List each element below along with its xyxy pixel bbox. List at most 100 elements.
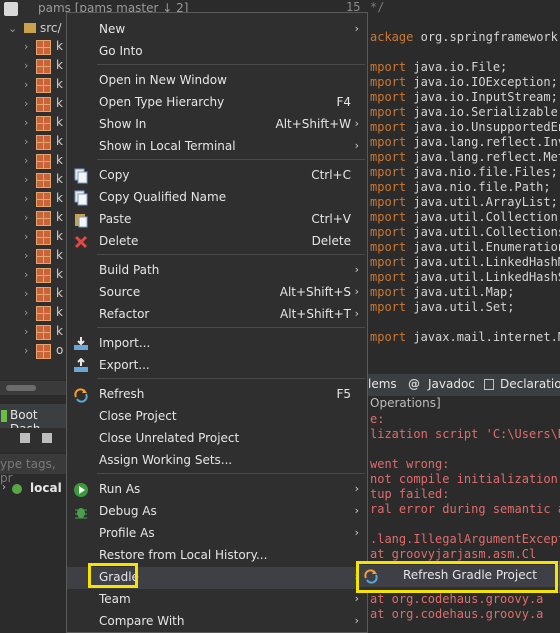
tab-declaration[interactable]: Declaration xyxy=(500,377,560,391)
menu-item-label: Delete xyxy=(99,234,139,248)
tree-row-package[interactable]: › k xyxy=(0,190,66,208)
chevron-right-icon[interactable]: › xyxy=(2,482,6,493)
tree-row-package[interactable]: › k xyxy=(0,209,66,227)
menu-item-import[interactable]: Import... xyxy=(67,333,367,355)
tree-row-package[interactable]: › k xyxy=(0,114,66,132)
tree-row-src[interactable]: ⌄ src/ xyxy=(0,20,66,38)
console-output[interactable]: Operations] e: lization script 'C:\Users\… xyxy=(362,396,560,633)
package-label: k xyxy=(56,134,63,148)
menu-item-build-path[interactable]: Build Path › xyxy=(67,260,367,282)
menu-item-open-type-hierarchy[interactable]: Open Type Hierarchy F4 xyxy=(67,92,367,114)
menu-item-show-in[interactable]: Show In Alt+Shift+W › xyxy=(67,114,367,136)
tree-row-project[interactable]: pams [pams master ↓ 2] xyxy=(0,0,188,18)
package-label: k xyxy=(56,39,63,53)
menu-item-debug-as[interactable]: Debug As › xyxy=(67,501,367,523)
chevron-right-icon[interactable]: › xyxy=(24,60,28,72)
package-label: k xyxy=(56,286,63,300)
chevron-right-icon[interactable]: › xyxy=(24,155,28,167)
tree-row-package[interactable]: › o xyxy=(0,342,66,360)
menu-item-label: Open Type Hierarchy xyxy=(99,95,225,109)
menu-item-profile-as[interactable]: Profile As › xyxy=(67,523,367,545)
boot-filter-input[interactable]: ype tags, pr xyxy=(0,454,66,485)
tree-row-package[interactable]: › k xyxy=(0,323,66,341)
tab-problems[interactable]: lems xyxy=(368,377,397,391)
menu-item-copy-qualified-name[interactable]: Copy Qualified Name xyxy=(67,187,367,209)
console-line: lization script 'C:\Users\D xyxy=(370,427,560,441)
menu-item-copy[interactable]: Copy Ctrl+C xyxy=(67,165,367,187)
tree-row-package[interactable]: › k xyxy=(0,38,66,56)
menu-item-delete[interactable]: Delete Delete xyxy=(67,231,367,253)
tree-row-package[interactable]: › k xyxy=(0,266,66,284)
menu-item-paste[interactable]: Paste Ctrl+V xyxy=(67,209,367,231)
menu-item-shortcut: Delete xyxy=(311,234,351,248)
chevron-right-icon[interactable]: › xyxy=(24,98,28,110)
package-icon xyxy=(36,306,51,321)
tree-row-package[interactable]: › k xyxy=(0,285,66,303)
chevron-right-icon[interactable]: › xyxy=(24,41,28,53)
chevron-right-icon[interactable]: › xyxy=(24,212,28,224)
package-label: k xyxy=(56,153,63,167)
tree-row-package[interactable]: › k xyxy=(0,95,66,113)
boot-dashboard-tab[interactable]: Boot Dash xyxy=(0,404,66,436)
package-label: k xyxy=(56,115,63,129)
boot-dashboard-body xyxy=(0,504,66,633)
package-icon xyxy=(36,325,51,340)
chevron-right-icon[interactable]: › xyxy=(24,345,28,357)
package-label: k xyxy=(56,324,63,338)
console-line: went wrong: xyxy=(370,457,450,471)
console-line: at org.codehaus.groovy.a xyxy=(370,592,544,606)
menu-item-compare-with[interactable]: Compare With › xyxy=(67,611,367,633)
submenu-arrow-icon: › xyxy=(354,307,359,320)
chevron-down-icon[interactable]: ⌄ xyxy=(8,23,17,35)
menu-item-go-into[interactable]: Go Into xyxy=(67,41,367,63)
menu-item-label: Import... xyxy=(99,336,151,350)
code-line: mport java.util.Map; xyxy=(370,285,515,299)
menu-item-show-in-local-terminal[interactable]: Show in Local Terminal › xyxy=(67,136,367,158)
chevron-right-icon[interactable]: › xyxy=(24,269,28,281)
gradle-highlight-box xyxy=(88,563,138,588)
menu-item-source[interactable]: Source Alt+Shift+S › xyxy=(67,282,367,304)
chevron-right-icon[interactable]: › xyxy=(24,231,28,243)
tree-row-package[interactable]: › k xyxy=(0,57,66,75)
tree-row-package[interactable]: › k xyxy=(0,247,66,265)
package-label: k xyxy=(56,58,63,72)
local-label: local xyxy=(30,481,62,495)
submenu-arrow-icon: › xyxy=(354,614,359,627)
copy-qualified-icon xyxy=(73,190,89,206)
menu-item-open-in-new-window[interactable]: Open in New Window xyxy=(67,70,367,92)
chevron-right-icon[interactable]: › xyxy=(24,136,28,148)
menu-item-run-as[interactable]: Run As › xyxy=(67,479,367,501)
tree-row-package[interactable]: › k xyxy=(0,228,66,246)
chevron-right-icon[interactable]: › xyxy=(24,288,28,300)
package-label: o xyxy=(56,343,64,357)
menu-item-refresh[interactable]: Refresh F5 xyxy=(67,384,367,406)
tree-row-package[interactable]: › k xyxy=(0,152,66,170)
stop-icon[interactable] xyxy=(20,433,30,443)
code-line: mport java.lang.reflect.Met xyxy=(370,150,560,164)
menu-item-close-unrelated-project[interactable]: Close Unrelated Project xyxy=(67,428,367,450)
menu-item-close-project[interactable]: Close Project xyxy=(67,406,367,428)
menu-item-export[interactable]: Export... xyxy=(67,355,367,377)
chevron-right-icon[interactable]: › xyxy=(24,307,28,319)
chevron-right-icon[interactable]: › xyxy=(24,326,28,338)
menu-item-assign-working-sets[interactable]: Assign Working Sets... xyxy=(67,450,367,472)
tab-javadoc[interactable]: Javadoc xyxy=(428,377,475,391)
chevron-right-icon[interactable]: › xyxy=(24,117,28,129)
code-line: mport java.util.Collection; xyxy=(370,210,560,224)
menu-item-refactor[interactable]: Refactor Alt+Shift+T › xyxy=(67,304,367,326)
tree-row-package[interactable]: › k xyxy=(0,76,66,94)
tree-row-package[interactable]: › k xyxy=(0,304,66,322)
menu-item-new[interactable]: New › xyxy=(67,19,367,41)
explorer-horizontal-scrollbar[interactable] xyxy=(0,381,66,395)
code-line: mport java.util.Set; xyxy=(370,300,515,314)
chevron-right-icon[interactable]: › xyxy=(24,250,28,262)
tree-row-package[interactable]: › k xyxy=(0,133,66,151)
tree-row-package[interactable]: › k xyxy=(0,171,66,189)
chevron-right-icon[interactable]: › xyxy=(24,193,28,205)
menu-item-team[interactable]: Team › xyxy=(67,589,367,611)
chevron-right-icon[interactable]: › xyxy=(24,174,28,186)
boot-local-target[interactable]: › local xyxy=(0,478,66,502)
open-icon[interactable] xyxy=(42,433,52,443)
paste-icon xyxy=(73,212,89,228)
chevron-right-icon[interactable]: › xyxy=(24,79,28,91)
